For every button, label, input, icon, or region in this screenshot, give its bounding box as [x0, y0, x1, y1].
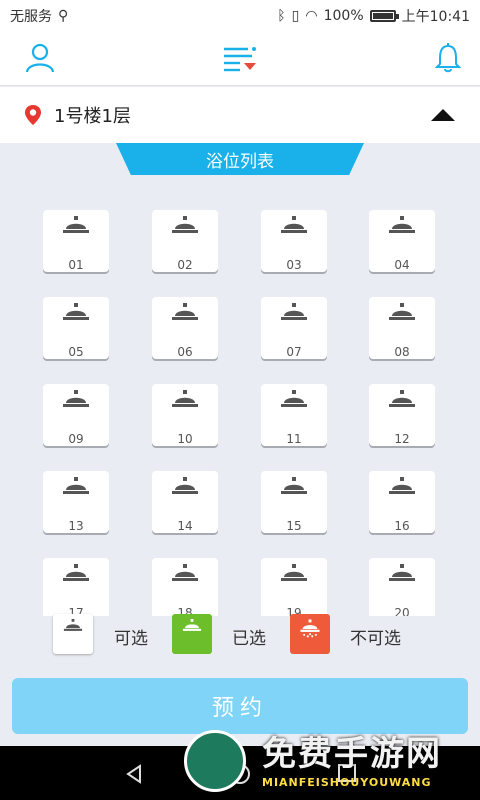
shower-running-icon — [300, 619, 320, 638]
watermark-logo — [184, 730, 246, 792]
shower-icon — [63, 216, 89, 233]
carrier-text: 无服务 — [10, 9, 52, 25]
bluetooth-icon: ᛒ — [277, 8, 286, 24]
stall-cell[interactable]: 17 — [43, 558, 109, 616]
stall-number: 04 — [394, 258, 410, 272]
shower-icon — [281, 477, 307, 494]
stall-cell[interactable]: 19 — [261, 558, 327, 616]
vibrate-icon: ▯ — [291, 8, 300, 24]
battery-percent: 100% — [323, 8, 364, 24]
user-icon[interactable] — [24, 42, 56, 74]
location-label: 1号楼1层 — [54, 106, 131, 127]
shower-icon — [63, 619, 83, 631]
stall-cell[interactable]: 12 — [369, 384, 435, 446]
stall-number: 02 — [177, 258, 193, 272]
battery-icon — [369, 10, 399, 22]
shower-icon — [172, 477, 198, 494]
stall-cell[interactable]: 18 — [152, 558, 218, 616]
shower-icon — [389, 216, 415, 233]
shower-icon — [281, 390, 307, 407]
shower-icon — [172, 564, 198, 581]
back-icon[interactable] — [124, 764, 144, 784]
stall-cell[interactable]: 14 — [152, 471, 218, 533]
stall-number: 12 — [394, 432, 410, 446]
stall-cell[interactable]: 16 — [369, 471, 435, 533]
shower-icon — [281, 216, 307, 233]
shower-icon — [281, 303, 307, 320]
stall-cell[interactable]: 09 — [43, 384, 109, 446]
location-pin-icon — [25, 105, 41, 125]
shower-icon — [172, 303, 198, 320]
shower-icon — [281, 564, 307, 581]
stall-number: 05 — [68, 345, 84, 359]
stall-cell[interactable]: 13 — [43, 471, 109, 533]
clock: 上午10:41 — [401, 9, 470, 25]
stall-cell[interactable]: 10 — [152, 384, 218, 446]
watermark-subtitle: MIANFEISHOUYOUWANG — [262, 776, 432, 789]
stall-number: 10 — [177, 432, 193, 446]
stall-number: 01 — [68, 258, 84, 272]
legend-selected-label: 已选 — [232, 629, 266, 649]
stall-cell[interactable]: 15 — [261, 471, 327, 533]
stall-number: 03 — [286, 258, 302, 272]
shower-icon — [63, 390, 89, 407]
legend-available-label: 可选 — [114, 629, 148, 649]
watermark: 免费手游网 MIANFEISHOUYOUWANG — [180, 724, 480, 800]
stall-cell[interactable]: 06 — [152, 297, 218, 359]
shower-icon — [63, 564, 89, 581]
legend-selected-swatch — [172, 614, 212, 654]
stall-cell[interactable]: 20 — [369, 558, 435, 616]
stall-cell[interactable]: 02 — [152, 210, 218, 272]
stall-cell[interactable]: 07 — [261, 297, 327, 359]
shower-icon — [63, 477, 89, 494]
stall-cell[interactable]: 03 — [261, 210, 327, 272]
legend-unavailable-label: 不可选 — [350, 629, 401, 649]
app-bar — [0, 32, 480, 86]
stall-cell[interactable]: 01 — [43, 210, 109, 272]
shower-icon — [172, 216, 198, 233]
stall-number: 07 — [286, 345, 302, 359]
stall-number: 14 — [177, 519, 193, 533]
shower-icon — [389, 477, 415, 494]
location-selector[interactable]: 1号楼1层 — [0, 87, 480, 143]
filter-menu-icon[interactable] — [222, 44, 258, 74]
shower-icon — [182, 619, 202, 631]
stall-number: 06 — [177, 345, 193, 359]
shower-icon — [172, 390, 198, 407]
shower-icon — [389, 564, 415, 581]
shower-icon — [389, 390, 415, 407]
shower-icon — [63, 303, 89, 320]
status-bar: 无服务 ⚲ ᛒ ▯ ◠ 100% 上午10:41 — [0, 0, 480, 32]
stall-number: 16 — [394, 519, 410, 533]
stall-cell[interactable]: 05 — [43, 297, 109, 359]
bell-icon[interactable] — [432, 42, 464, 74]
stall-cell[interactable]: 11 — [261, 384, 327, 446]
stall-list-title: 浴位列表 — [116, 143, 364, 175]
legend-available-swatch — [53, 614, 93, 654]
collapse-arrow-icon[interactable] — [431, 109, 455, 121]
legend: 可选 已选 不可选 — [0, 614, 480, 656]
stall-number: 09 — [68, 432, 84, 446]
usb-icon: ⚲ — [58, 8, 69, 24]
shower-icon — [389, 303, 415, 320]
watermark-title: 免费手游网 — [262, 734, 442, 774]
wifi-icon: ◠ — [305, 8, 318, 24]
legend-unavailable-swatch — [290, 614, 330, 654]
stall-number: 08 — [394, 345, 410, 359]
stall-number: 11 — [286, 432, 302, 446]
stall-cell[interactable]: 08 — [369, 297, 435, 359]
stall-grid: 01 02 03 04 05 06 07 08 09 10 11 12 13 14 15 16 17 18 19 20 — [0, 186, 480, 616]
stall-cell[interactable]: 04 — [369, 210, 435, 272]
stall-number: 13 — [68, 519, 84, 533]
stall-number: 15 — [286, 519, 302, 533]
